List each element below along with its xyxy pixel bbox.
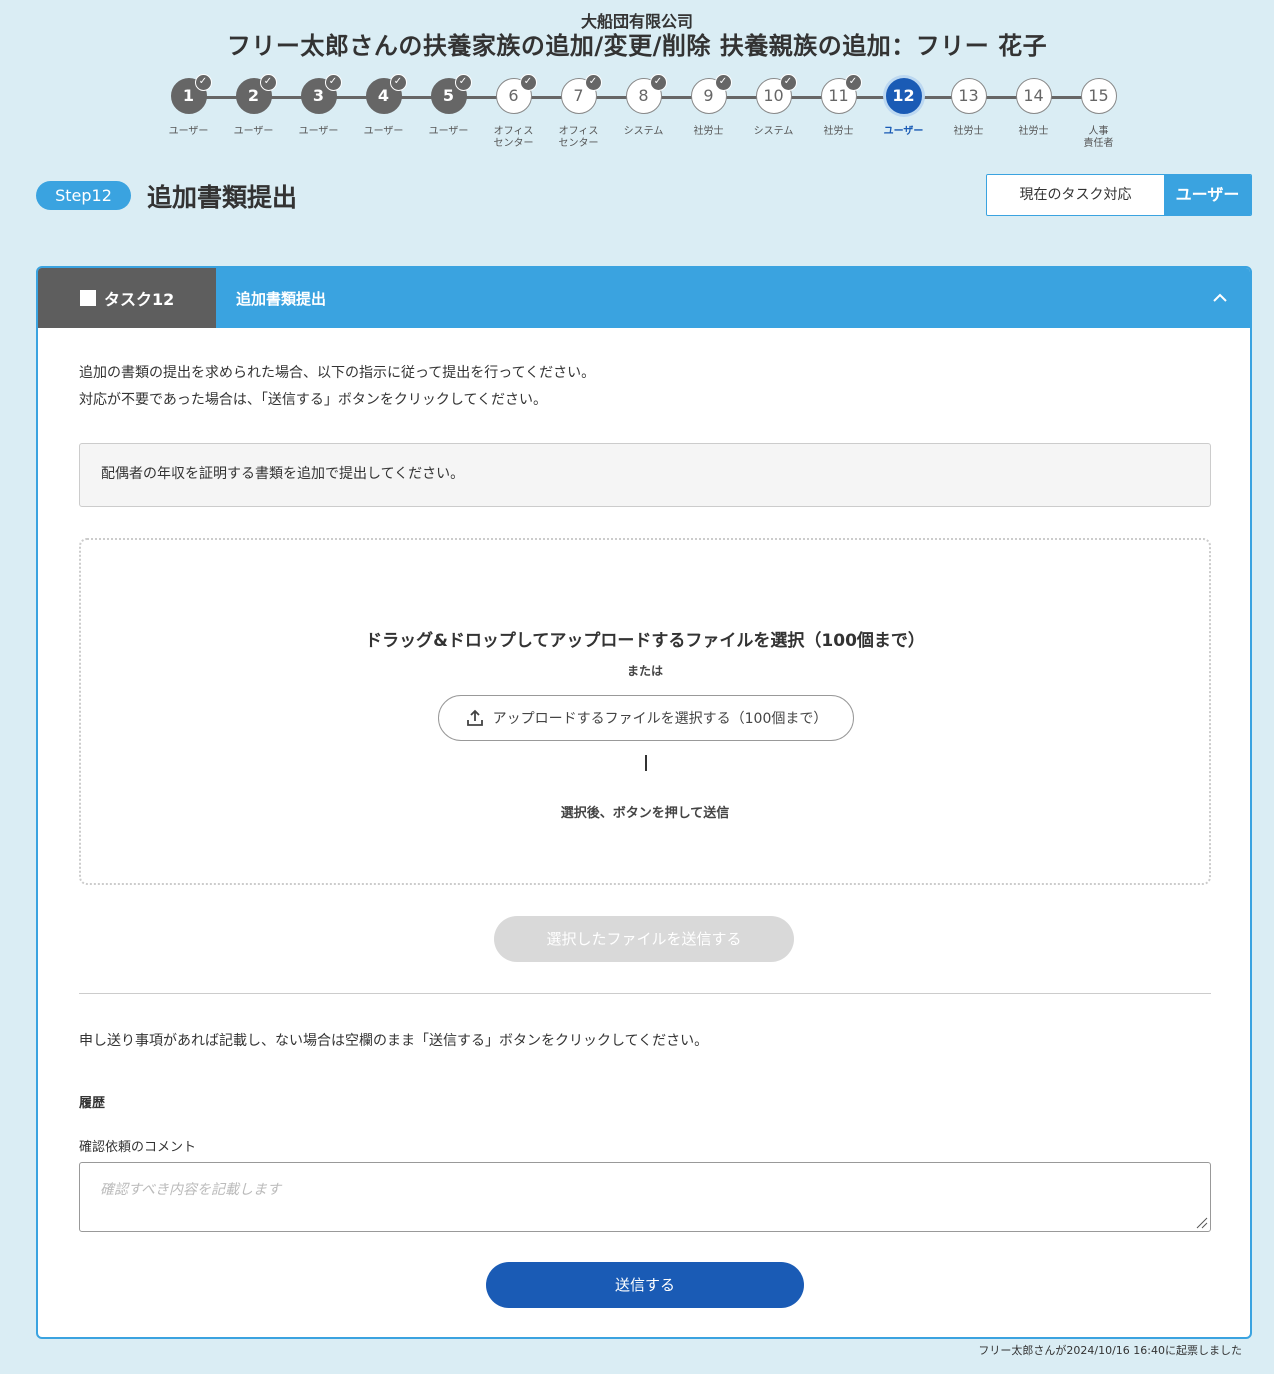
step-circle: 2 ✓ (235, 74, 277, 114)
step-label: 社労士 (1018, 126, 1049, 137)
text-cursor (645, 755, 647, 771)
step-label: 社労士 (953, 126, 984, 137)
step-13[interactable]: 13 社労士 (936, 78, 1001, 138)
instruction-line: 追加の書類の提出を求められた場合、以下の指示に従って提出を行ってください。 (79, 365, 596, 381)
page-title: フリー太郎さんの扶養家族の追加/変更/削除 扶養親族の追加：フリー 花子 (226, 32, 1048, 60)
step-5[interactable]: 5 ✓ ユーザー (416, 74, 481, 138)
send-files-button[interactable]: 選択したファイルを送信する (494, 916, 794, 962)
task-card-header[interactable]: タスク12 追加書類提出 (38, 268, 1250, 328)
step-7[interactable]: 7 ✓ オフィス センター (546, 74, 611, 150)
check-icon: ✓ (779, 74, 797, 91)
check-icon: ✓ (714, 74, 732, 91)
step-circle: 6 ✓ (495, 74, 537, 114)
step-label: ユーザー (168, 126, 209, 137)
task-title: 追加書類提出 (236, 289, 327, 308)
step-label: ユーザー (363, 126, 404, 137)
resize-grip-icon[interactable] (1194, 1215, 1208, 1229)
current-assignee: 現在のタスク対応 ユーザー (986, 174, 1252, 216)
step-label: 社労士 (823, 126, 854, 137)
step-label: オフィス センター (558, 126, 599, 149)
comment-textarea[interactable]: 確認すべき内容を記載します (79, 1162, 1211, 1232)
task-instructions: 追加の書類の提出を求められた場合、以下の指示に従って提出を行ってください。 対応… (79, 360, 595, 414)
step-label: システム (753, 126, 794, 137)
step-circle: 8 ✓ (625, 74, 667, 114)
dropzone-hint: 選択後、ボタンを押して送信 (560, 806, 730, 821)
step-label: システム (623, 126, 664, 137)
step-circle: 7 ✓ (560, 74, 602, 114)
progress-stepper: 1 ✓ ユーザー 2 ✓ ユーザー 3 ✓ ユーザー 4 ✓ ユーザー 5 ✓ ユーザー 6 ✓ オフィス センタ… (156, 74, 1131, 154)
step-circle: 1 ✓ (170, 74, 212, 114)
assignee-value: ユーザー (1164, 175, 1251, 215)
dropzone-title: ドラッグ&ドロップしてアップロードするファイルを選択（100個まで） (365, 631, 925, 651)
step-6[interactable]: 6 ✓ オフィス センター (481, 74, 546, 150)
step-label: ユーザー (233, 126, 274, 137)
check-icon: ✓ (454, 74, 472, 91)
history-label[interactable]: 履歴 (79, 1092, 105, 1111)
step-2[interactable]: 2 ✓ ユーザー (221, 74, 286, 138)
submit-button[interactable]: 送信する (486, 1262, 804, 1308)
comment-label: 確認依頼のコメント (79, 1140, 197, 1155)
step-8[interactable]: 8 ✓ システム (611, 74, 676, 138)
task-card: タスク12 追加書類提出 追加の書類の提出を求められた場合、以下の指示に従って提… (36, 266, 1252, 1339)
upload-icon (466, 709, 483, 726)
step-4[interactable]: 4 ✓ ユーザー (351, 74, 416, 138)
step-label: 人事 責任者 (1083, 126, 1114, 149)
chevron-up-icon[interactable] (1190, 268, 1250, 328)
step-circle: 15 (1080, 78, 1117, 114)
step-circle: 14 (1015, 78, 1052, 114)
step-3[interactable]: 3 ✓ ユーザー (286, 74, 351, 138)
handover-note: 申し送り事項があれば記載し、ない場合は空欄のまま「送信する」ボタンをクリックして… (79, 1033, 709, 1049)
checkbox-icon (80, 290, 96, 306)
check-icon: ✓ (324, 74, 342, 91)
step-12[interactable]: 12 ユーザー (871, 78, 936, 138)
created-by-note: フリー太郎さんが2024/10/16 16:40に起票しました (978, 1344, 1242, 1357)
step-circle: 5 ✓ (430, 74, 472, 114)
step-circle: 10 ✓ (755, 74, 797, 114)
task-tab: タスク12 (38, 268, 216, 328)
step-10[interactable]: 10 ✓ システム (741, 74, 806, 138)
file-dropzone[interactable]: ドラッグ&ドロップしてアップロードするファイルを選択（100個まで） または ア… (79, 538, 1211, 885)
check-icon: ✓ (259, 74, 277, 91)
step-label: ユーザー (298, 126, 339, 137)
step-circle: 12 (885, 78, 922, 114)
step-15[interactable]: 15 人事 責任者 (1066, 78, 1131, 150)
divider (79, 993, 1211, 994)
check-icon: ✓ (389, 74, 407, 91)
step-badge: Step12 (36, 181, 131, 210)
step-11[interactable]: 11 ✓ 社労士 (806, 74, 871, 138)
step-circle: 4 ✓ (365, 74, 407, 114)
comment-placeholder: 確認すべき内容を記載します (100, 1182, 282, 1198)
step-heading: 追加書類提出 (147, 183, 298, 212)
step-9[interactable]: 9 ✓ 社労士 (676, 74, 741, 138)
request-notice: 配偶者の年収を証明する書類を追加で提出してください。 (79, 443, 1211, 507)
step-14[interactable]: 14 社労士 (1001, 78, 1066, 138)
step-circle: 13 (950, 78, 987, 114)
check-icon: ✓ (194, 74, 212, 91)
check-icon: ✓ (519, 74, 537, 91)
check-icon: ✓ (844, 74, 862, 91)
step-circle: 3 ✓ (300, 74, 342, 114)
check-icon: ✓ (584, 74, 602, 91)
step-circle: 9 ✓ (690, 74, 732, 114)
dropzone-or: または (626, 664, 663, 678)
step-1[interactable]: 1 ✓ ユーザー (156, 74, 221, 138)
step-label: オフィス センター (493, 126, 534, 149)
select-files-button[interactable]: アップロードするファイルを選択する（100個まで） (438, 695, 854, 741)
step-label: ユーザー (883, 126, 924, 137)
instruction-line: 対応が不要であった場合は、「送信する」ボタンをクリックしてください。 (79, 392, 548, 408)
step-label: ユーザー (428, 126, 469, 137)
select-files-label: アップロードするファイルを選択する（100個まで） (492, 711, 828, 727)
assignee-label: 現在のタスク対応 (987, 175, 1164, 215)
task-tab-label: タスク12 (104, 290, 175, 309)
step-circle: 11 ✓ (820, 74, 862, 114)
check-icon: ✓ (649, 74, 667, 91)
step-label: 社労士 (693, 126, 724, 137)
